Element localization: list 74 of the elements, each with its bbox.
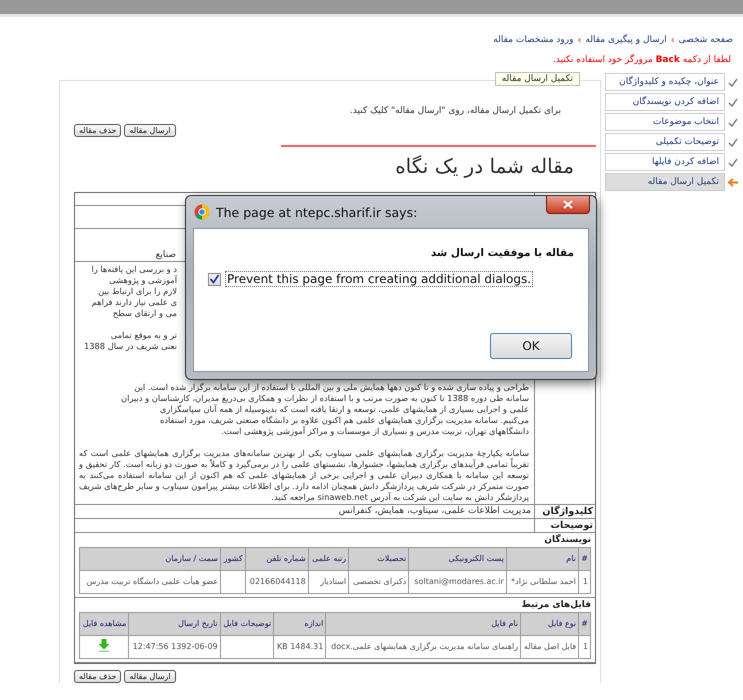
table-cell: 1484.31 KB: [274, 636, 326, 658]
column-header: نوع فایل: [520, 612, 579, 636]
column-header: نام فایل: [326, 612, 521, 636]
keywords-text: مدیریت اطلاعات علمی، سیناوب، همایش، کنفرانس: [338, 506, 531, 516]
table-cell: 02166044118: [245, 570, 308, 594]
abstract-text: سامانه طی دوره 1388 تا کنون به صورت مرتب و با استفاده از نظرات و همکاری بی‌دریغ مدیران، کارشناسان و دبیران: [121, 393, 529, 404]
dialog-title: The page at ntepc.sharif.ir says:: [216, 204, 418, 220]
table-cell: استادیار: [308, 570, 349, 594]
browser-icon: [194, 204, 210, 220]
step-link[interactable]: اضافه کردن فایلها: [605, 153, 725, 171]
table-cell: [220, 636, 274, 658]
section-title: فایل‌های مرتبط: [521, 600, 591, 610]
abstract-text: طراحی و پیاده سازی شده و تا کنون دهها همایش ملی و بین المللی با استفاده از این سامانه برگزار شده است. این: [134, 382, 529, 393]
close-icon: [563, 200, 573, 209]
abstract-text: می و ارتقای سطح: [112, 308, 177, 319]
breadcrumb-link[interactable]: صفحه شخصی: [678, 35, 733, 45]
column-header: تحصیلات: [348, 548, 409, 570]
table-cell: 1: [578, 570, 590, 594]
column-header: #: [578, 612, 590, 636]
field-label: کلیدواژگان: [542, 506, 593, 517]
table-cell: soltani@modares.ac.ir: [408, 570, 506, 594]
step-link[interactable]: تکمیل ارسال مقاله: [605, 173, 725, 191]
abstract-text: سامانه یکپارچۀ مدیریت برگزاری همایشهای علمی سیناوب یکی از بهترین سامانه‌های مدیریت برگزاری همایشهای علمی است که تقریباً تمامی فرآیندهای برگزاری همایشها، جشنوارها، نشستهای علمی را در برمی‌گیرد و کاملاً به صورت دو زبانه است. کار تحقیق و توسعه این سامانه با همکاری دبیران علمی و اجرایی برخی از همایشهای علمی که هم اکنون از این سامانه استفاده می‌کنند به صورت متمرکز در شرکت شریف پردازشگر دانش همچنان ادامه دارد. برای اطلاعات بیشتر پیرامون سیناوب و سایر طرح‌های شریف پردازشگر دانش به سایت این شرکت به آدرس sinaweb.net مراجعه کنید.: [79, 448, 529, 503]
action-button[interactable]: حذف مقاله: [74, 670, 122, 683]
breadcrumb-link[interactable]: ارسال و پیگیری مقاله: [585, 35, 667, 45]
table-cell: راهنمای سامانه مدیریت برگزاری همایشهای علمی.docx: [326, 636, 521, 658]
checkbox[interactable]: [208, 272, 221, 286]
breadcrumb-separator: ›: [577, 34, 582, 46]
table-cell: احمد سلطانی نژاد*: [506, 570, 578, 594]
step-link[interactable]: انتخاب موضوعات: [605, 113, 725, 131]
close-button[interactable]: [546, 196, 590, 214]
abstract-text: می‌کنیم. سامانه مدیریت برگزاری همایشهای علمی هم اکنون علاوه بر دانشگاه صنعتی شریف، مورد استفاده: [160, 415, 529, 426]
action-button[interactable]: ارسال مقاله: [124, 124, 176, 137]
step-link[interactable]: توضیحات تکمیلی: [605, 133, 725, 151]
abstract-text: د و بررسی این یافته‌ها را: [91, 264, 177, 275]
ok-button[interactable]: OK: [490, 333, 572, 359]
abstract-text: ی علمی نیاز دارند فراهم: [92, 297, 177, 308]
column-header: پست الکترونیکی: [408, 548, 506, 570]
abstract-text: علمی و اجرایی بسیاری از همایشهای علمی، توسعه و ارتقا یافته است که بدینوسیله از همه آنان سپاسگزاری: [160, 404, 529, 415]
section-title: نویسندگان: [544, 535, 591, 545]
table-cell: عضو هیأت علمی دانشگاه تربیت مدرس: [80, 570, 220, 594]
column-header: کشور: [220, 548, 246, 570]
column-header: شماره تلفن: [245, 548, 308, 570]
column-header: سمت / سازمان: [80, 548, 220, 570]
instruction-text: برای تکمیل ارسال مقاله، روی "ارسال مقاله" کلیک کنید.: [348, 105, 562, 116]
column-header: تاریخ ارسال: [128, 612, 220, 636]
table-cell: [220, 570, 246, 594]
abstract-text: تر و به موقع تمامی: [110, 330, 177, 341]
column-header: #: [578, 548, 590, 570]
column-header: مشاهده فایل: [80, 612, 129, 636]
table-cell: دکترای تخصصی: [348, 570, 409, 594]
field-value: صنایع: [156, 250, 176, 260]
column-header: نام: [506, 548, 578, 570]
step-link[interactable]: عنوان، چکیده و کلیدواژگان: [605, 73, 725, 91]
breadcrumb-link[interactable]: ورود مشخصات مقاله: [493, 35, 574, 45]
abstract-text: لازم را برای ارتباط بین: [98, 286, 177, 297]
checkbox-label[interactable]: Prevent this page from creating additional dialogs.: [225, 271, 534, 287]
abstract-text: نعتی شریف در سال 1388: [84, 341, 177, 352]
step-link[interactable]: اضافه کردن نویسندگان: [605, 93, 725, 111]
column-header: اندازه: [274, 612, 326, 636]
breadcrumb-separator: ›: [670, 34, 675, 46]
action-button[interactable]: ارسال مقاله: [124, 670, 176, 683]
abstract-text: دانشگاههای تهران، تربیت مدرس و بسیاری از موسسات و مراکز آموزشی پژوهشی است.: [221, 426, 529, 437]
section-heading: مقاله شما در یک نگاه: [394, 153, 574, 179]
table-cell: 1392-06-09 12:47:56: [128, 636, 220, 658]
table-cell: فایل اصل مقاله: [520, 636, 579, 658]
dialog-message: مقاله با موفقیت ارسال شد: [430, 246, 575, 259]
abstract-text: آموزشی و پژوهشی: [109, 275, 177, 286]
table-cell: 1: [578, 636, 590, 658]
column-header: توضیحات فایل: [220, 612, 274, 636]
column-header: رتبه علمی: [308, 548, 349, 570]
field-label: توضیحات: [550, 520, 593, 531]
action-button[interactable]: حذف مقاله: [74, 124, 122, 137]
download-icon[interactable]: [98, 639, 110, 652]
